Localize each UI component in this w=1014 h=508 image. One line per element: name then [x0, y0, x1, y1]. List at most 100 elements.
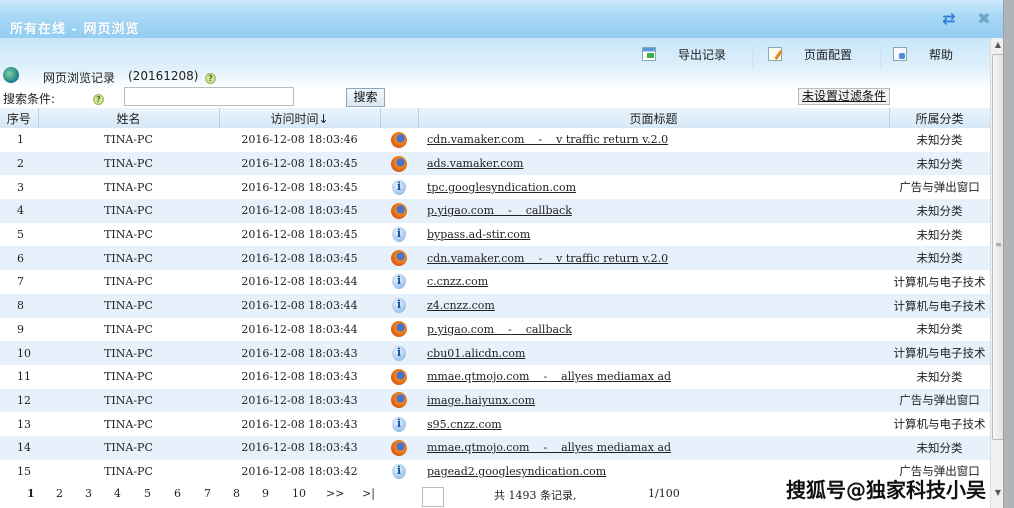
export-records-button[interactable]: 导出记录 [642, 44, 726, 64]
column-header-index[interactable]: 序号 [0, 108, 39, 128]
vertical-scrollbar[interactable]: ▲ ≡ ▼ [990, 38, 1003, 508]
export-icon [642, 47, 656, 61]
search-input[interactable] [124, 87, 294, 106]
table-row[interactable]: 8 TINA-PC 2016-12-08 18:03:44 i z4.cnzz.com 计… [0, 293, 990, 318]
close-icon[interactable]: ✖ [975, 10, 993, 28]
table-row[interactable]: 3 TINA-PC 2016-12-08 18:03:45 i tpc.googlesy… [0, 175, 990, 199]
column-header-name[interactable]: 姓名 [38, 108, 220, 128]
column-header-category[interactable]: 所属分类 [889, 108, 991, 128]
firefox-icon [391, 155, 407, 172]
row-category: 广告与弹出窗口 [899, 180, 980, 195]
scroll-up-arrow-icon[interactable]: ▲ [991, 38, 1003, 52]
page-title-link[interactable]: ads.vamaker.com [427, 157, 523, 170]
row-name: TINA-PC [38, 199, 219, 223]
row-name: TINA-PC [104, 464, 153, 478]
scroll-down-arrow-icon[interactable]: ▼ [991, 486, 1003, 500]
filter-conditions-button[interactable]: 未设置过滤条件 [798, 88, 890, 105]
page-title-link[interactable]: pagead2.googlesyndication.com [427, 465, 606, 478]
records-header: 网页浏览记录 (20161208) ? [0, 66, 990, 86]
row-name: TINA-PC [38, 151, 219, 176]
page-link-4[interactable]: 4 [114, 487, 121, 500]
page-title-link[interactable]: tpc.googlesyndication.com [427, 181, 576, 194]
page-link-3[interactable]: 3 [85, 487, 92, 500]
row-name: TINA-PC [104, 180, 153, 194]
table-row[interactable]: 1 TINA-PC 2016-12-08 18:03:46 cdn.vamaker.c… [0, 128, 990, 152]
column-header-browser [380, 108, 419, 128]
table-row[interactable]: 11 TINA-PC 2016-12-08 18:03:43 mmae.qtmojo.… [0, 365, 990, 389]
help-question-icon[interactable]: ? [93, 94, 104, 105]
refresh-icon[interactable]: ⇄ [940, 10, 958, 28]
column-header-page-title[interactable]: 页面标题 [418, 108, 890, 128]
column-header-visit-time[interactable]: 访问时间↓ [219, 108, 381, 128]
table-row[interactable]: 5 TINA-PC 2016-12-08 18:03:45 i bypass.ad-st… [0, 223, 990, 247]
row-category: 未知分类 [889, 151, 990, 176]
info-icon: i [392, 463, 406, 479]
row-index: 2 [0, 151, 38, 176]
row-name: TINA-PC [38, 388, 219, 413]
table-header-row: 序号 姓名 访问时间↓ 页面标题 所属分类 [0, 108, 991, 128]
records-label: 网页浏览记录 [43, 71, 116, 85]
page-link-9[interactable]: 9 [262, 487, 269, 500]
help-question-icon[interactable]: ? [205, 73, 216, 84]
records-date: (20161208) [128, 69, 199, 83]
row-name: TINA-PC [104, 417, 153, 431]
table-row[interactable]: 12 TINA-PC 2016-12-08 18:03:43 image.haiyun… [0, 388, 990, 413]
page-link-5[interactable]: 5 [144, 487, 151, 500]
row-visit-time: 2016-12-08 18:03:44 [241, 275, 358, 289]
table-row[interactable]: 4 TINA-PC 2016-12-08 18:03:45 p.yigao.com -… [0, 199, 990, 223]
edit-icon [768, 47, 782, 61]
page-title-link[interactable]: z4.cnzz.com [427, 299, 495, 312]
table-row[interactable]: 14 TINA-PC 2016-12-08 18:03:43 mmae.qtmojo.… [0, 435, 990, 460]
firefox-icon [391, 131, 407, 148]
row-visit-time: 2016-12-08 18:03:44 [241, 322, 358, 336]
page-title-link[interactable]: bypass.ad-stir.com [427, 228, 530, 241]
page-title-link[interactable]: cbu01.alicdn.com [427, 347, 525, 360]
page-link-2[interactable]: 2 [56, 487, 63, 500]
help-button[interactable]: 帮助 [893, 44, 953, 64]
info-icon: i [392, 179, 406, 195]
page-config-button[interactable]: 页面配置 [768, 44, 852, 64]
last-page-button[interactable]: >| [362, 487, 375, 500]
table-row[interactable]: 9 TINA-PC 2016-12-08 18:03:44 p.yigao.com -… [0, 318, 990, 342]
scrollbar-thumb[interactable]: ≡ [992, 54, 1003, 440]
next-pages-button[interactable]: >> [326, 487, 344, 500]
page-title-link[interactable]: mmae.qtmojo.com - allyes mediamax ad [427, 441, 671, 454]
page-title-link[interactable]: s95.cnzz.com [427, 418, 502, 431]
row-visit-time: 2016-12-08 18:03:43 [219, 388, 380, 413]
row-index: 3 [17, 180, 24, 194]
search-button[interactable]: 搜索 [346, 88, 385, 107]
table-row[interactable]: 7 TINA-PC 2016-12-08 18:03:44 i c.cnzz.com 计算… [0, 270, 990, 294]
page-link-7[interactable]: 7 [204, 487, 211, 500]
browsing-records-table: 序号 姓名 访问时间↓ 页面标题 所属分类 1 TINA-PC 2016-12-08… [0, 108, 991, 483]
row-index: 5 [17, 228, 24, 242]
row-visit-time: 2016-12-08 18:03:45 [219, 151, 380, 176]
page-title-link[interactable]: mmae.qtmojo.com - allyes mediamax ad [427, 370, 671, 383]
table-row[interactable]: 2 TINA-PC 2016-12-08 18:03:45 ads.vamaker.c… [0, 151, 990, 176]
table-row[interactable]: 13 TINA-PC 2016-12-08 18:03:43 i s95.cnzz.co… [0, 412, 990, 436]
row-index: 11 [17, 370, 31, 384]
row-name: TINA-PC [104, 322, 153, 336]
page-title-link[interactable]: c.cnzz.com [427, 275, 488, 288]
page-link-6[interactable]: 6 [174, 487, 181, 500]
page-link-10[interactable]: 10 [292, 487, 306, 500]
row-category: 计算机与电子技术 [889, 341, 990, 365]
row-index: 15 [17, 464, 31, 478]
page-title-link[interactable]: cdn.vamaker.com - v traffic return v.2.0 [427, 133, 668, 146]
page-number-input[interactable] [422, 487, 444, 507]
row-index: 13 [17, 417, 31, 431]
page-title-link[interactable]: cdn.vamaker.com - v traffic return v.2.0 [427, 252, 668, 265]
table-row[interactable]: 6 TINA-PC 2016-12-08 18:03:45 cdn.vamaker.c… [0, 246, 990, 271]
search-label: 搜索条件: [3, 92, 56, 106]
row-category: 计算机与电子技术 [893, 417, 986, 432]
table-row[interactable]: 10 TINA-PC 2016-12-08 18:03:43 i cbu01.alicd… [0, 341, 990, 365]
globe-icon [3, 67, 19, 83]
toolbar-divider [880, 42, 881, 68]
page-title-link[interactable]: p.yigao.com - callback [427, 204, 572, 217]
page-link-1[interactable]: 1 [27, 487, 35, 500]
background-window-edge [1004, 0, 1014, 508]
row-index: 8 [0, 293, 38, 318]
page-link-8[interactable]: 8 [233, 487, 240, 500]
page-title-link[interactable]: image.haiyunx.com [427, 394, 535, 407]
page-title-link[interactable]: p.yigao.com - callback [427, 323, 572, 336]
info-icon: i [392, 274, 406, 290]
